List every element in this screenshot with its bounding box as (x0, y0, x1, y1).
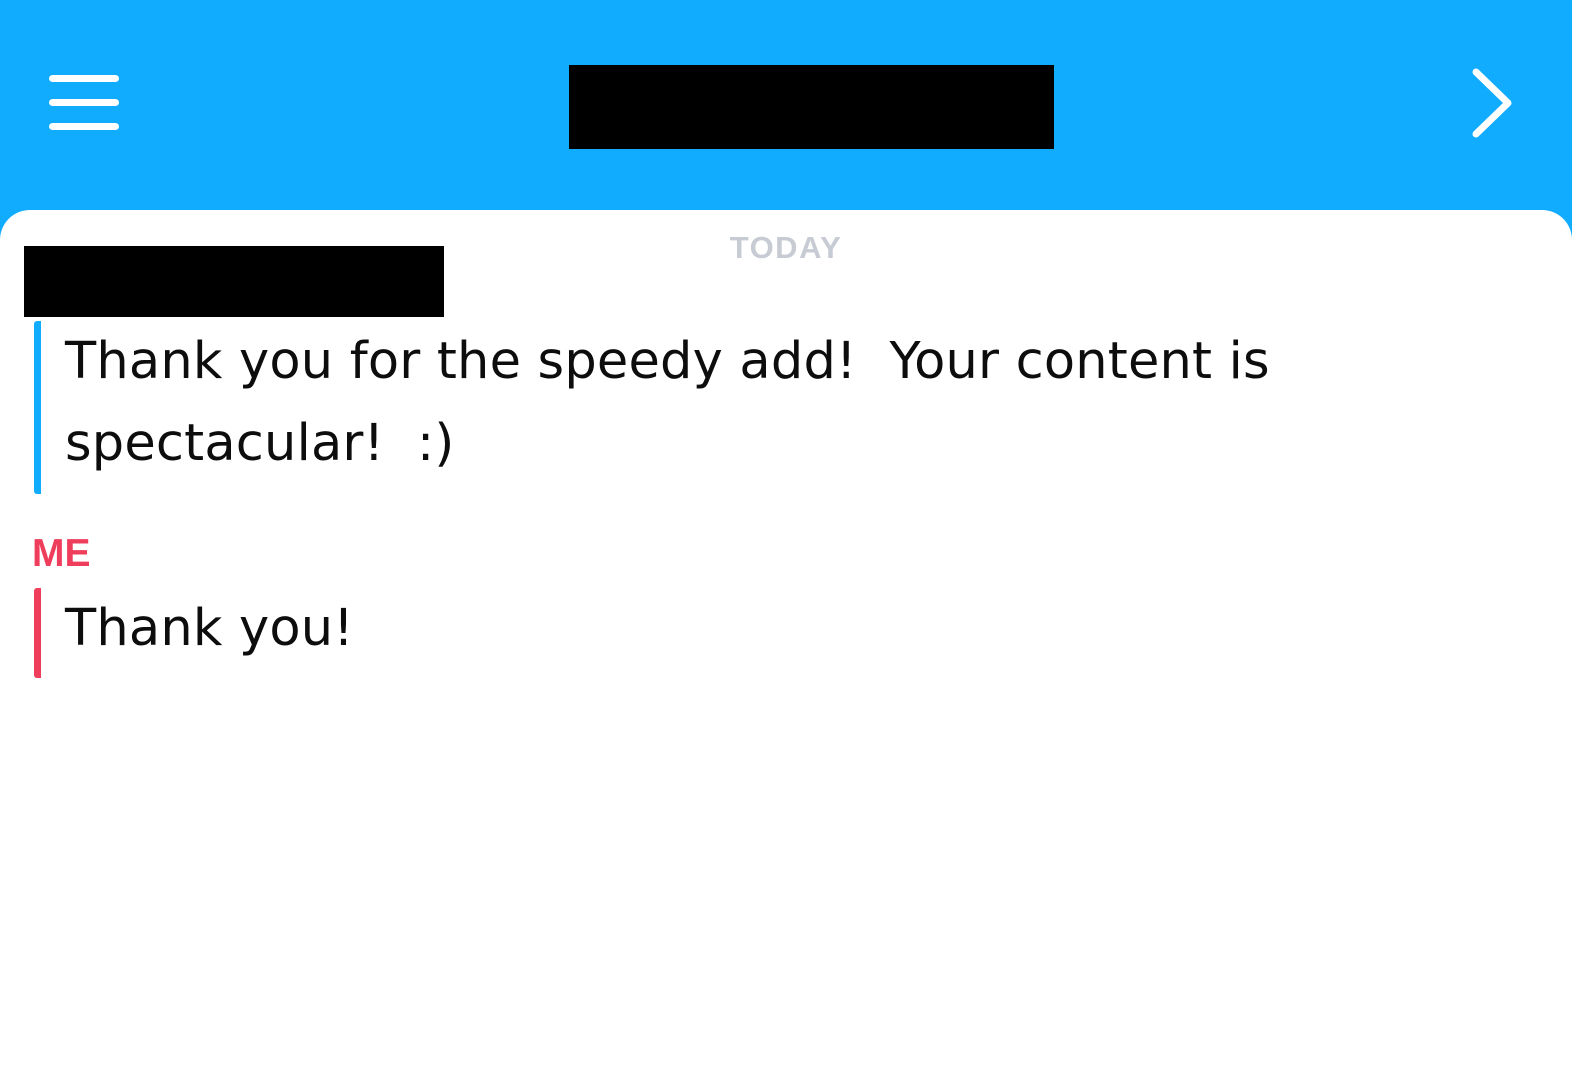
sender-name-redacted (24, 246, 444, 317)
forward-button[interactable] (1460, 60, 1524, 146)
message-text: Thank you for the speedy add! Your conte… (65, 332, 1287, 473)
chat-panel[interactable]: TODAY Thank you for the speedy add! Your… (0, 210, 1572, 1080)
outgoing-message[interactable]: Thank you! (34, 588, 865, 678)
chevron-right-icon (1472, 68, 1512, 138)
top-bar (0, 0, 1572, 240)
sender-name-me: ME (32, 532, 91, 575)
conversation-title-redacted (569, 65, 1054, 149)
hamburger-menu-icon (49, 75, 119, 130)
incoming-message[interactable]: Thank you for the speedy add! Your conte… (34, 321, 1355, 494)
message-text: Thank you! (65, 599, 354, 658)
hamburger-menu-button[interactable] (40, 62, 128, 142)
